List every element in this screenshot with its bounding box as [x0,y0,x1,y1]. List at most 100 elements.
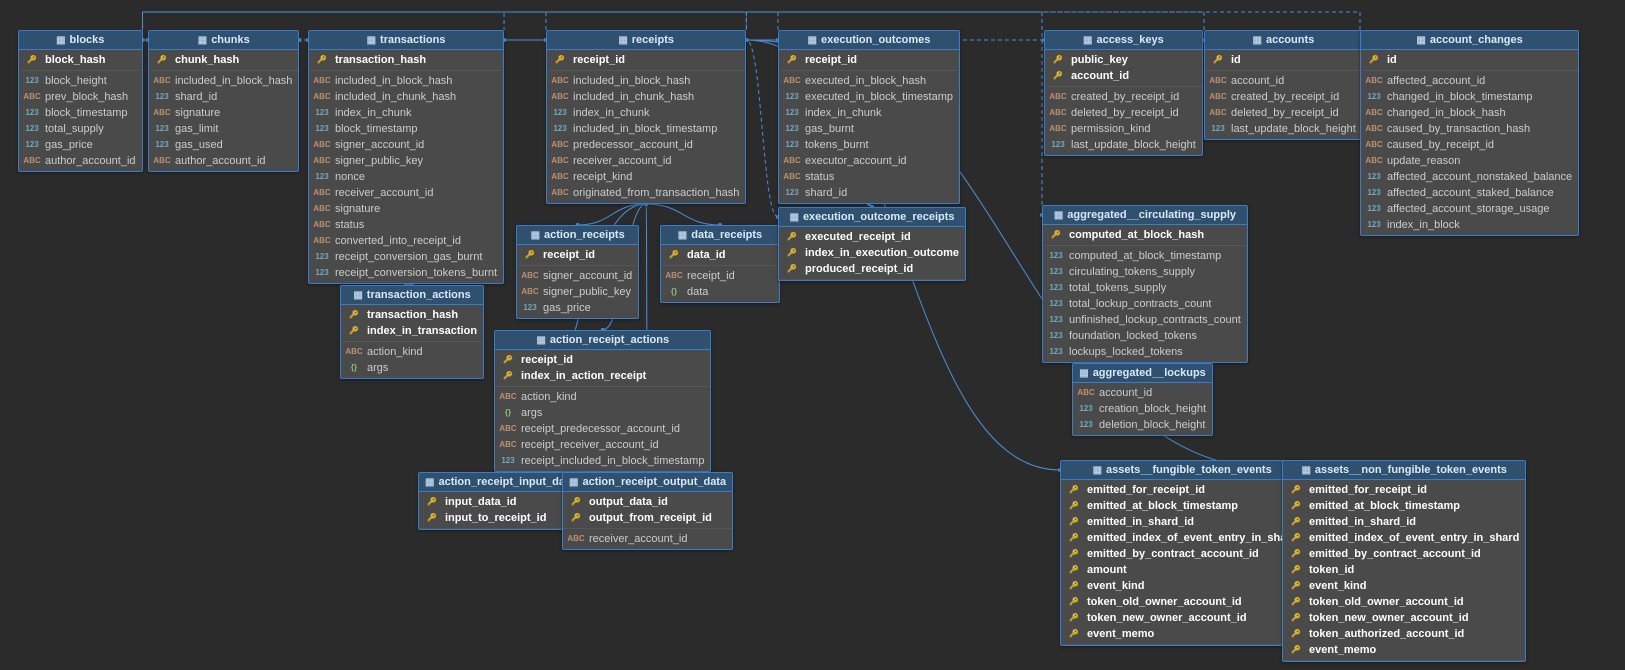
column-row: {}args [495,405,710,421]
table-icon: ▦ [1253,35,1262,46]
column-row: ABCreceipt_predecessor_account_id [495,421,710,437]
number-type-icon: 123 [1047,249,1065,263]
number-type-icon: 123 [1047,329,1065,343]
table-title: ▦receipts [547,31,745,50]
column-name: emitted_in_shard_id [1087,515,1194,529]
key-type-icon: 🔑 [1065,627,1083,641]
relationship-edge [143,12,778,30]
table-action_receipts[interactable]: ▦action_receipts🔑receipt_idABCsigner_acc… [516,225,639,319]
primary-key-section: 🔑transaction_hash [309,50,503,71]
key-type-icon: 🔑 [345,324,363,338]
table-accounts[interactable]: ▦accounts🔑idABCaccount_idABCcreated_by_r… [1204,30,1363,140]
column-name: account_id [1099,386,1152,400]
primary-key-section: 🔑emitted_for_receipt_id🔑emitted_at_block… [1061,480,1303,645]
column-name: receipt_kind [573,170,632,184]
column-row: 🔑input_to_receipt_id [419,510,581,526]
text-type-icon: ABC [313,202,331,216]
table-title-label: transactions [380,34,445,46]
table-aggregated__lockups[interactable]: ▦aggregated__lockupsABCaccount_id123crea… [1072,363,1213,436]
column-name: receiver_account_id [589,532,687,546]
column-row: 123block_timestamp [19,105,142,121]
table-title: ▦chunks [149,31,298,50]
table-transactions[interactable]: ▦transactions🔑transaction_hashABCinclude… [308,30,504,284]
column-row: 123receipt_conversion_gas_burnt [309,249,503,265]
column-name: included_in_chunk_hash [335,90,456,104]
column-name: emitted_by_contract_account_id [1087,547,1259,561]
table-action_receipt_actions[interactable]: ▦action_receipt_actions🔑receipt_id🔑index… [494,330,711,472]
column-name: emitted_by_contract_account_id [1309,547,1481,561]
column-name: included_in_block_timestamp [573,122,717,136]
column-name: account_id [1071,69,1129,83]
column-row: ABCsigner_public_key [517,284,638,300]
column-row: 123changed_in_block_timestamp [1361,89,1578,105]
primary-key-section: 🔑data_id [661,245,779,266]
text-type-icon: ABC [1365,138,1383,152]
column-name: transaction_hash [367,308,458,322]
table-icon: ▦ [353,290,362,301]
key-type-icon: 🔑 [1065,531,1083,545]
column-name: deleted_by_receipt_id [1231,106,1339,120]
number-type-icon: 123 [23,74,41,88]
table-execution_outcomes[interactable]: ▦execution_outcomes🔑receipt_idABCexecute… [778,30,960,204]
table-transaction_actions[interactable]: ▦transaction_actions🔑transaction_hash🔑in… [340,285,484,379]
column-name: event_kind [1087,579,1144,593]
column-row: 123foundation_locked_tokens [1043,328,1247,344]
table-title-label: access_keys [1096,34,1163,46]
key-type-icon: 🔑 [1287,483,1305,497]
column-name: receipt_id [805,53,857,67]
key-type-icon: 🔑 [1287,531,1305,545]
table-title: ▦aggregated__lockups [1073,364,1212,383]
table-access_keys[interactable]: ▦access_keys🔑public_key🔑account_idABCcre… [1044,30,1203,156]
number-type-icon: 123 [551,122,569,136]
column-row: ABCsignature [149,105,298,121]
table-icon: ▦ [618,35,627,46]
key-type-icon: 🔑 [1065,515,1083,529]
column-row: 123receipt_included_in_block_timestamp [495,453,710,469]
table-title: ▦access_keys [1045,31,1202,50]
column-name: author_account_id [45,154,136,168]
key-type-icon: 🔑 [1365,53,1383,67]
column-name: executor_account_id [805,154,907,168]
columns-section: ABCincluded_in_block_hashABCincluded_in_… [547,71,745,203]
table-icon: ▦ [1054,210,1063,221]
table-icon: ▦ [789,212,798,223]
table-data_receipts[interactable]: ▦data_receipts🔑data_idABCreceipt_id{}dat… [660,225,780,303]
number-type-icon: 123 [23,122,41,136]
column-name: author_account_id [175,154,266,168]
table-receipts[interactable]: ▦receipts🔑receipt_idABCincluded_in_block… [546,30,746,204]
column-row: 🔑emitted_at_block_timestamp [1283,498,1525,514]
text-type-icon: ABC [313,74,331,88]
column-name: emitted_at_block_timestamp [1309,499,1460,513]
column-row: ABCsigner_account_id [517,268,638,284]
text-type-icon: ABC [499,390,517,404]
table-action_receipt_output_data[interactable]: ▦action_receipt_output_data🔑output_data_… [562,472,733,550]
column-name: included_in_block_hash [573,74,690,88]
number-type-icon: 123 [783,138,801,152]
table-blocks[interactable]: ▦blocks🔑block_hash123block_heightABCprev… [18,30,143,172]
column-row: 🔑id [1205,52,1362,68]
column-row: ABCaccount_id [1073,385,1212,401]
column-name: receipt_predecessor_account_id [521,422,680,436]
column-name: amount [1087,563,1127,577]
column-name: token_old_owner_account_id [1087,595,1242,609]
column-name: receipt_id [543,248,595,262]
primary-key-section: 🔑chunk_hash [149,50,298,71]
table-execution_outcome_receipts[interactable]: ▦execution_outcome_receipts🔑executed_rec… [778,207,966,281]
table-aggregated__circulating_supply[interactable]: ▦aggregated__circulating_supply🔑computed… [1042,205,1248,363]
column-row: ABCaction_kind [341,344,483,360]
column-name: included_in_chunk_hash [573,90,694,104]
table-action_receipt_input_data[interactable]: ▦action_receipt_input_data🔑input_data_id… [418,472,582,530]
table-account_changes[interactable]: ▦account_changes🔑idABCaffected_account_i… [1360,30,1579,236]
table-assets__fungible_token_events[interactable]: ▦assets__fungible_token_events🔑emitted_f… [1060,460,1304,646]
table-chunks[interactable]: ▦chunks🔑chunk_hashABCincluded_in_block_h… [148,30,299,172]
table-title-label: aggregated__lockups [1093,367,1206,379]
text-type-icon: ABC [551,154,569,168]
data-type-icon: {} [665,285,683,299]
table-title-label: account_changes [1430,34,1523,46]
column-row: ABCauthor_account_id [19,153,142,169]
column-row: 123last_update_block_height [1045,137,1202,153]
table-assets__non_fungible_token_events[interactable]: ▦assets__non_fungible_token_events🔑emitt… [1282,460,1526,662]
table-title: ▦action_receipt_output_data [563,473,732,492]
column-row: 🔑index_in_execution_outcome [779,245,965,261]
column-name: gas_price [45,138,93,152]
